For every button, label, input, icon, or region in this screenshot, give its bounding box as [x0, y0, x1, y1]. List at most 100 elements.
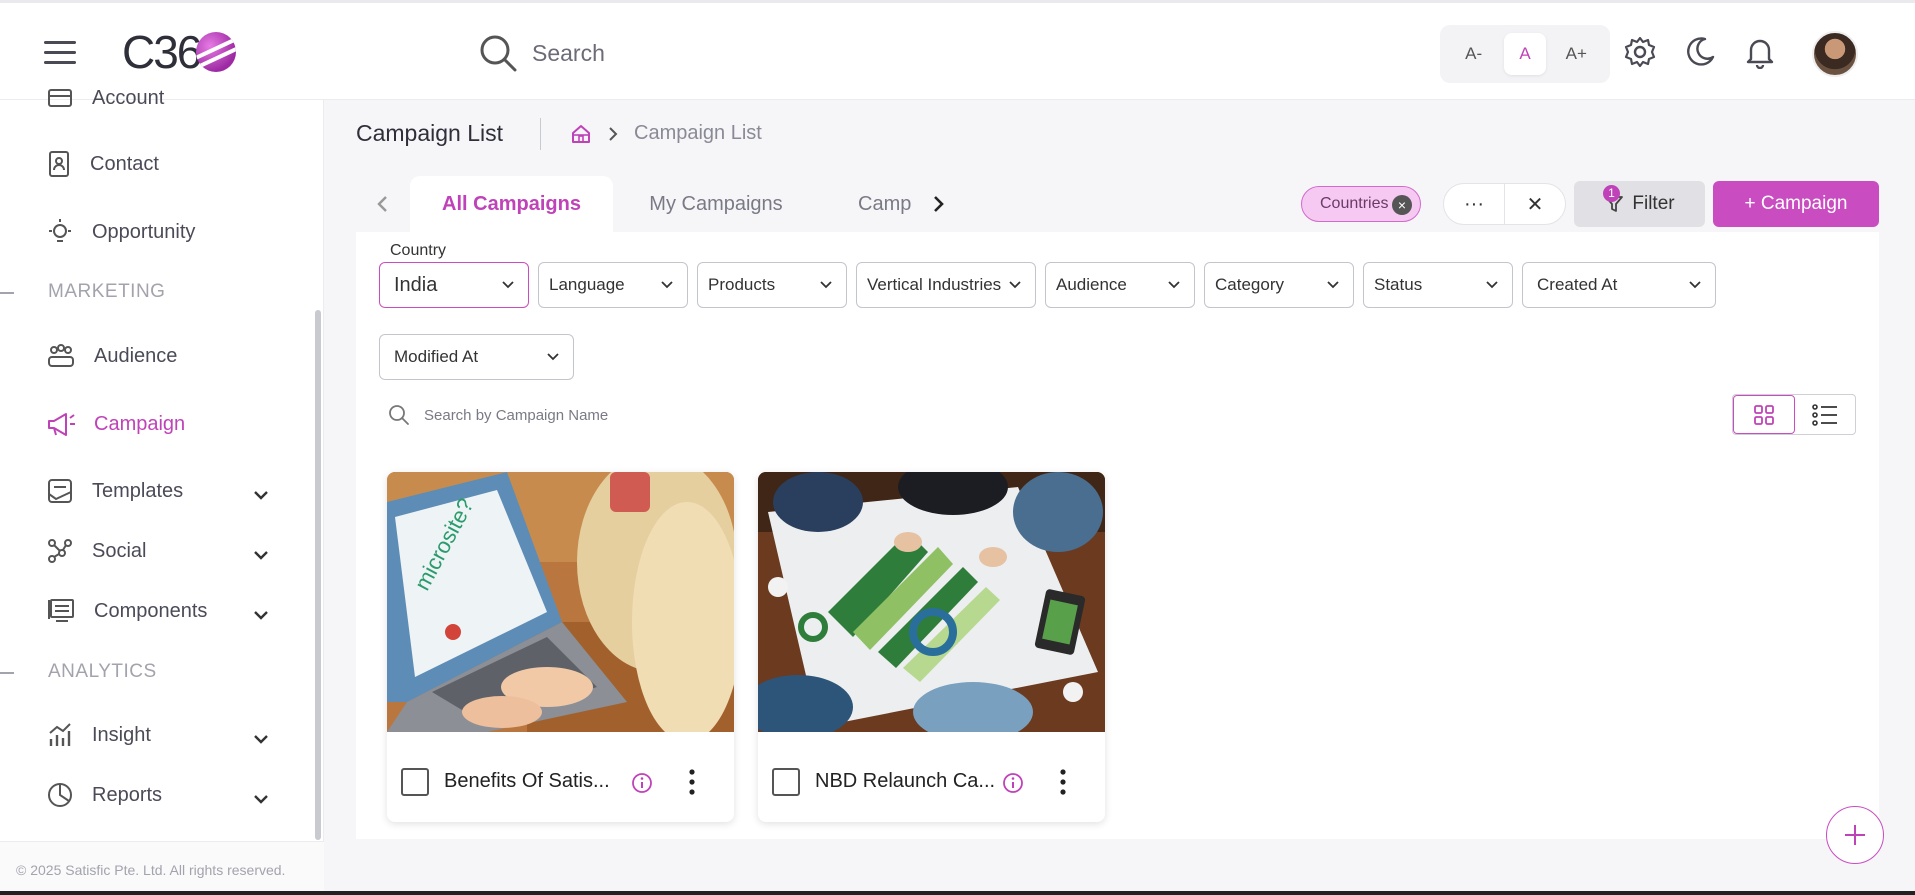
- filter-label: Filter: [1632, 193, 1675, 214]
- search-placeholder: Search: [532, 39, 605, 66]
- info-icon[interactable]: [631, 772, 653, 794]
- grid-view-button[interactable]: [1733, 395, 1795, 434]
- status-dropdown[interactable]: Status: [1363, 262, 1513, 308]
- country-dropdown[interactable]: India: [379, 262, 529, 308]
- language-dropdown[interactable]: Language: [538, 262, 688, 308]
- products-dropdown[interactable]: Products: [697, 262, 847, 308]
- chevron-down-icon[interactable]: [250, 604, 272, 626]
- kebab-menu-icon[interactable]: [685, 766, 699, 798]
- sidebar-scrollbar[interactable]: [315, 310, 321, 840]
- tab-all-campaigns[interactable]: All Campaigns: [410, 176, 613, 232]
- chevron-down-icon: [1168, 281, 1180, 289]
- campaign-card[interactable]: microsite? Benefits Of Satis...: [387, 472, 734, 822]
- tab-campaigns-more[interactable]: Camp: [836, 176, 916, 232]
- country-field-label: Country: [390, 242, 447, 259]
- copyright-text: © 2025 Satisfic Pte. Ltd. All rights res…: [0, 841, 324, 895]
- filter-actions-group: ··· ✕: [1443, 183, 1566, 225]
- tab-my-campaigns[interactable]: My Campaigns: [616, 176, 816, 232]
- sidebar-item-audience[interactable]: Audience: [46, 342, 177, 370]
- dropdown-label: Category: [1215, 275, 1284, 294]
- vertical-industries-dropdown[interactable]: Vertical Industries: [856, 262, 1036, 308]
- megaphone-icon: [48, 413, 75, 436]
- account-icon: [48, 89, 72, 107]
- dropdown-label: Language: [549, 275, 625, 294]
- user-avatar[interactable]: [1812, 31, 1858, 77]
- chevron-down-icon: [1486, 281, 1498, 289]
- bulb-icon: [49, 219, 71, 242]
- clear-filters-button[interactable]: ✕: [1505, 184, 1565, 224]
- kebab-menu-icon[interactable]: [1056, 766, 1070, 798]
- sidebar-item-contact[interactable]: Contact: [46, 150, 159, 178]
- campaign-search-input[interactable]: Search by Campaign Name: [388, 404, 608, 426]
- card-checkbox[interactable]: [401, 768, 429, 796]
- filter-count-badge: 1: [1603, 185, 1620, 202]
- sidebar-item-insight[interactable]: Insight: [46, 721, 151, 749]
- sidebar-item-campaign[interactable]: Campaign: [46, 410, 185, 438]
- logo[interactable]: C36: [122, 26, 237, 78]
- audience-dropdown[interactable]: Audience: [1045, 262, 1195, 308]
- chevron-right-icon: [609, 126, 618, 141]
- chevron-down-icon: [502, 281, 514, 289]
- card-checkbox[interactable]: [772, 768, 800, 796]
- sidebar-item-social[interactable]: Social: [46, 537, 146, 565]
- moon-icon[interactable]: [1683, 35, 1717, 69]
- list-view-button[interactable]: [1795, 395, 1855, 434]
- campaign-thumbnail: [758, 472, 1105, 732]
- menu-icon[interactable]: [44, 41, 76, 65]
- list-icon: [1812, 403, 1837, 426]
- laptop-photo-image: microsite?: [387, 472, 734, 732]
- chevron-down-icon: [1689, 281, 1701, 289]
- font-default-button[interactable]: A: [1503, 33, 1546, 75]
- components-icon: [48, 599, 74, 622]
- view-toggle: [1732, 394, 1856, 435]
- chart-icon: [49, 723, 71, 746]
- pie-icon: [48, 783, 72, 807]
- tab-scroll-right-icon[interactable]: [927, 193, 949, 215]
- info-icon[interactable]: [1002, 772, 1024, 794]
- global-search[interactable]: Search: [478, 33, 605, 73]
- font-decrease-button[interactable]: A-: [1453, 33, 1495, 75]
- font-increase-button[interactable]: A+: [1555, 33, 1597, 75]
- sidebar-item-account[interactable]: Account: [46, 84, 164, 112]
- filter-button[interactable]: 1 Filter: [1574, 181, 1705, 227]
- bell-icon[interactable]: [1743, 35, 1777, 69]
- sidebar-item-opportunity[interactable]: Opportunity: [46, 218, 195, 246]
- chevron-down-icon[interactable]: [250, 788, 272, 810]
- search-icon: [389, 405, 409, 425]
- chip-remove-icon[interactable]: ×: [1392, 195, 1412, 215]
- modified-at-dropdown[interactable]: Modified At: [379, 334, 574, 380]
- gear-icon[interactable]: [1623, 35, 1657, 69]
- dropdown-label: Vertical Industries: [867, 275, 1002, 294]
- sidebar-item-label: Audience: [94, 344, 178, 367]
- search-icon: [480, 35, 517, 72]
- add-campaign-button[interactable]: + Campaign: [1713, 181, 1879, 227]
- sidebar-item-label: Opportunity: [92, 220, 196, 243]
- campaign-card[interactable]: NBD Relaunch Ca...: [758, 472, 1105, 822]
- breadcrumb: Campaign List: [570, 122, 762, 145]
- chevron-down-icon: [661, 281, 673, 289]
- floating-add-button[interactable]: [1826, 806, 1884, 864]
- sidebar-item-label: Contact: [90, 152, 159, 175]
- category-dropdown[interactable]: Category: [1204, 262, 1354, 308]
- sidebar-item-reports[interactable]: Reports: [46, 781, 162, 809]
- contact-icon: [49, 151, 69, 177]
- more-options-button[interactable]: ···: [1444, 184, 1505, 224]
- sidebar-item-label: Social: [92, 539, 147, 562]
- countries-filter-chip[interactable]: Countries ×: [1301, 186, 1421, 222]
- chevron-down-icon[interactable]: [250, 544, 272, 566]
- home-icon[interactable]: [570, 123, 592, 145]
- created-at-dropdown[interactable]: Created At: [1522, 262, 1716, 308]
- tab-scroll-left-icon[interactable]: [372, 193, 394, 215]
- section-analytics: ANALYTICS: [48, 661, 157, 682]
- sidebar-item-templates[interactable]: Templates: [46, 477, 183, 505]
- chevron-down-icon[interactable]: [250, 484, 272, 506]
- dropdown-label: Audience: [1056, 275, 1127, 294]
- chevron-down-icon: [1009, 281, 1021, 289]
- grid-icon: [1754, 404, 1774, 425]
- meeting-photo-image: [758, 472, 1105, 732]
- section-divider: [0, 292, 14, 294]
- sidebar-item-components[interactable]: Components: [46, 597, 207, 625]
- chevron-down-icon: [547, 353, 559, 361]
- chevron-down-icon: [1327, 281, 1339, 289]
- chevron-down-icon[interactable]: [250, 728, 272, 750]
